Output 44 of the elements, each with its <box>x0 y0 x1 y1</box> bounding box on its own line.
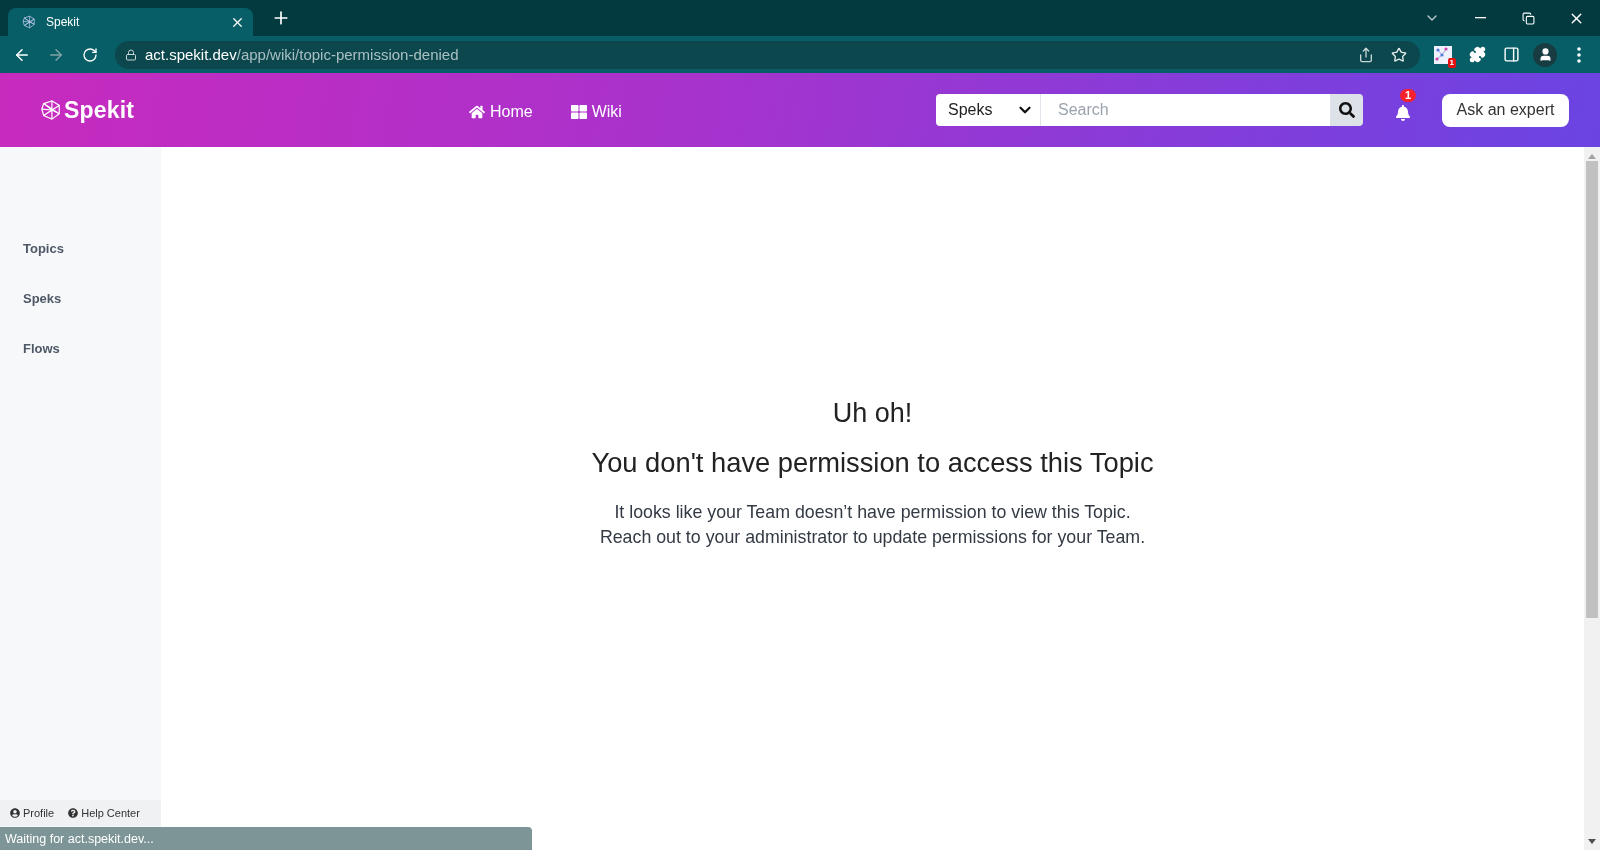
help-icon <box>68 808 79 818</box>
extension-icon <box>1434 45 1452 64</box>
star-icon <box>1391 46 1407 63</box>
nav-link[interactable]: Home <box>469 102 533 121</box>
browser-tab[interactable]: Spekit <box>8 8 253 36</box>
extension-button[interactable]: 1 <box>1429 40 1457 69</box>
status-bar: Waiting for act.spekit.dev... <box>0 827 532 850</box>
side-panel-icon <box>1502 46 1520 63</box>
lock-icon <box>125 48 137 61</box>
avatar-icon <box>1533 42 1557 67</box>
footer-link[interactable]: Help Center <box>68 807 140 819</box>
search-icon <box>1338 102 1355 118</box>
search-field[interactable]: Search <box>1041 94 1330 126</box>
scrollbar-thumb[interactable] <box>1586 161 1598 618</box>
address-bar[interactable]: act.spekit.dev/app/wiki/topic-permission-denied <box>115 40 1420 69</box>
house-icon <box>469 103 485 120</box>
tab-favicon-icon <box>22 15 36 29</box>
grid-icon <box>570 103 587 120</box>
nav-link[interactable]: Wiki <box>570 102 622 121</box>
share-icon <box>1358 46 1374 63</box>
url-text: act.spekit.dev/app/wiki/topic-permission-denied <box>145 46 460 63</box>
kebab-menu-icon <box>1577 46 1581 63</box>
bell-icon <box>1395 105 1411 121</box>
scroll-down-icon[interactable] <box>1588 839 1596 844</box>
notification-badge: 1 <box>1400 89 1417 102</box>
message-text: It looks like your Team doesn’t have permission to view this Topic. Reach out to your administrator to update permissions for your Team. <box>599 501 1146 549</box>
minimize-icon <box>1474 17 1486 19</box>
reload-icon <box>82 46 98 63</box>
search-button[interactable] <box>1330 94 1363 126</box>
message-heading: You don't have permission to access this Topic <box>591 446 1154 480</box>
sidebar-item[interactable]: Flows <box>0 323 161 373</box>
ask-expert-button[interactable]: Ask an expert <box>1442 93 1569 127</box>
logo-icon <box>40 99 62 121</box>
notifications-button[interactable] <box>1394 103 1412 123</box>
scope-select[interactable]: Speks <box>936 94 1041 126</box>
sidebar-item[interactable]: Topics <box>0 223 161 273</box>
message-title: Uh oh! <box>832 397 913 430</box>
puzzle-icon <box>1468 46 1486 63</box>
sidebar-item[interactable]: Speks <box>0 273 161 323</box>
extension-badge: 1 <box>1447 57 1456 68</box>
logo-text: Spekit <box>64 96 135 124</box>
restore-icon <box>1521 11 1535 25</box>
footer-link[interactable]: Profile <box>10 807 55 819</box>
tab-title: Spekit <box>46 15 81 29</box>
